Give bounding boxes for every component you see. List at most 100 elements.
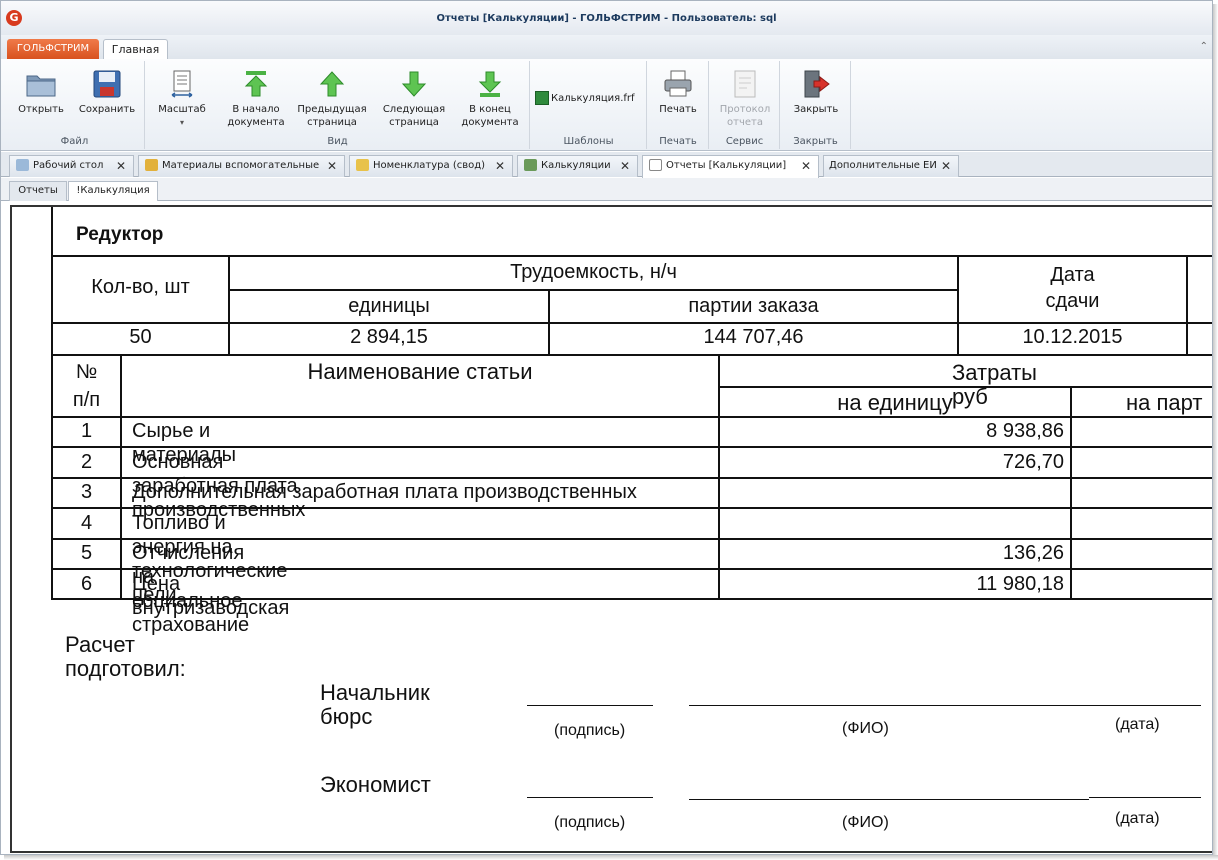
- report-preview: Редуктор Кол-во, шт Трудоемкость, н/ч ед…: [10, 205, 1212, 853]
- labor-unit-value: 2 894,15: [350, 326, 428, 348]
- doc-tab-nomenclature[interactable]: Номенклатура (свод) ✕: [349, 155, 513, 177]
- next-page-button[interactable]: Следующая страница: [378, 69, 450, 129]
- row-name: Дополнительная заработная плата производ…: [132, 481, 637, 503]
- exit-door-icon: [804, 70, 830, 98]
- qty-value: 50: [129, 326, 152, 348]
- template-label: Калькуляция.frf: [551, 93, 635, 104]
- group-close-label: Закрыть: [793, 136, 838, 147]
- scale-dropdown-icon[interactable]: ▾: [152, 116, 212, 129]
- date-value: 10.12.2015: [1022, 326, 1123, 348]
- row-unit-cost: 8 938,86: [986, 420, 1064, 442]
- row-unit-cost: 136,26: [1002, 542, 1064, 564]
- title-bar: G Отчеты [Калькуляции] - ГОЛЬФСТРИМ - По…: [1, 1, 1212, 35]
- group-view: Масштаб ▾ В начало документа Предыдущая ст…: [146, 61, 530, 149]
- close-tab-icon[interactable]: ✕: [327, 156, 337, 176]
- date-header-2: сдачи: [1045, 290, 1100, 312]
- date-caption: (дата): [1115, 716, 1160, 733]
- row-name: Цена внутризаводская: [132, 573, 290, 619]
- table-line: [51, 354, 1212, 356]
- ribbon-tab-bar: ГОЛЬФСТРИМ Главная ⌃: [1, 35, 1212, 60]
- signature-line: [527, 797, 653, 798]
- template-button[interactable]: Калькуляция.frf: [535, 91, 643, 105]
- doc-tab-desktop[interactable]: Рабочий стол ✕: [9, 155, 134, 177]
- table-line: [1070, 386, 1072, 600]
- doc-tab-materials[interactable]: Материалы вспомогательные ✕: [138, 155, 345, 177]
- close-button[interactable]: Закрыть: [787, 69, 845, 116]
- protocol-button[interactable]: Протокол отчета: [714, 69, 776, 129]
- date-header-1: Дата: [1050, 264, 1095, 286]
- ribbon-collapse-icon[interactable]: ⌃: [1200, 41, 1208, 52]
- print-button[interactable]: Печать: [650, 69, 706, 116]
- close-tab-icon[interactable]: ✕: [620, 156, 630, 176]
- print-label: Печать: [659, 104, 697, 115]
- sign1-role: Начальник бюрс: [320, 680, 430, 729]
- prev-page-button[interactable]: Предыдущая страница: [294, 69, 370, 129]
- table-line: [229, 289, 958, 291]
- per-unit-header: на единицу: [837, 390, 953, 415]
- open-button[interactable]: Открыть: [13, 69, 69, 116]
- row-unit-cost: 726,70: [1002, 451, 1064, 473]
- floppy-disk-icon: [93, 70, 121, 98]
- signature-caption: (подпись): [554, 814, 626, 831]
- desktop-icon: [16, 159, 29, 171]
- scale-button[interactable]: Масштаб ▾: [152, 69, 212, 129]
- labor-batch-value: 144 707,46: [703, 326, 804, 348]
- close-tab-icon[interactable]: ✕: [801, 156, 811, 176]
- row-number: 4: [80, 512, 93, 534]
- doc-tab-extra-units[interactable]: Дополнительные ЕИ ✕: [823, 155, 959, 177]
- arrow-up-icon: [319, 71, 345, 97]
- sub-tab-calculation[interactable]: !Калькуляция: [68, 181, 158, 201]
- printer-icon: [664, 70, 692, 97]
- doc-tab-label: Дополнительные ЕИ: [829, 160, 937, 171]
- prepared-label: Расчет подготовил:: [65, 632, 186, 681]
- protocol-label-1: Протокол: [719, 104, 771, 115]
- doc-tab-label: Материалы вспомогательные: [162, 160, 320, 171]
- fio-caption: (ФИО): [842, 720, 889, 737]
- calculator-icon: [535, 91, 549, 105]
- save-label: Сохранить: [78, 104, 136, 115]
- unit-header: единицы: [348, 295, 430, 317]
- next-label-1: Следующая: [382, 104, 446, 115]
- row-number: 5: [80, 542, 93, 564]
- row-number: 3: [80, 481, 93, 503]
- group-service-label: Сервис: [725, 136, 764, 147]
- group-file: Открыть Сохранить Файл: [5, 61, 145, 149]
- doc-tab-reports[interactable]: Отчеты [Калькуляции] ✕: [642, 155, 819, 178]
- close-tab-icon[interactable]: ✕: [495, 156, 505, 176]
- batch-header: партии заказа: [688, 295, 819, 317]
- name-header: Наименование статьи: [307, 359, 533, 384]
- ribbon: Открыть Сохранить Файл Масштаб ▾ В начал…: [1, 59, 1212, 151]
- prev-label-2: страница: [307, 117, 357, 128]
- fio-line: [689, 705, 1089, 706]
- close-tab-icon[interactable]: ✕: [941, 156, 951, 176]
- row-number: 2: [80, 451, 93, 473]
- calculator-icon: [524, 159, 537, 171]
- no-header-2: п/п: [72, 389, 101, 411]
- first-page-button[interactable]: В начало документа: [224, 69, 288, 129]
- row-number: 6: [80, 573, 93, 595]
- last-page-button[interactable]: В конец документа: [456, 69, 524, 129]
- no-header-1: №: [75, 361, 98, 383]
- report-tab-bar: Отчеты !Калькуляция: [1, 178, 1212, 201]
- nomenclature-icon: [356, 159, 369, 171]
- window-shadow: [4, 855, 1218, 860]
- close-tab-icon[interactable]: ✕: [116, 156, 126, 176]
- first-label-2: документа: [227, 117, 285, 128]
- first-label-1: В начало: [232, 104, 280, 115]
- tab-home[interactable]: Главная: [103, 39, 168, 60]
- group-templates: Калькуляция.frf Шаблоны: [531, 61, 647, 149]
- save-button[interactable]: Сохранить: [75, 69, 139, 116]
- app-menu-button[interactable]: ГОЛЬФСТРИМ: [7, 39, 99, 59]
- doc-tab-label: Калькуляции: [541, 160, 611, 171]
- table-line: [51, 255, 1212, 257]
- last-label-1: В конец: [469, 104, 511, 115]
- doc-tab-calculations[interactable]: Калькуляции ✕: [517, 155, 638, 177]
- folder-icon: [26, 75, 56, 97]
- protocol-label-2: отчета: [727, 117, 763, 128]
- sub-tab-reports[interactable]: Отчеты: [9, 181, 67, 201]
- arrow-down-icon: [401, 71, 427, 97]
- scale-label: Масштаб: [158, 104, 206, 115]
- zoom-scale-icon: [171, 70, 193, 98]
- doc-tab-label: Рабочий стол: [33, 160, 104, 171]
- group-print: Печать Печать: [648, 61, 709, 149]
